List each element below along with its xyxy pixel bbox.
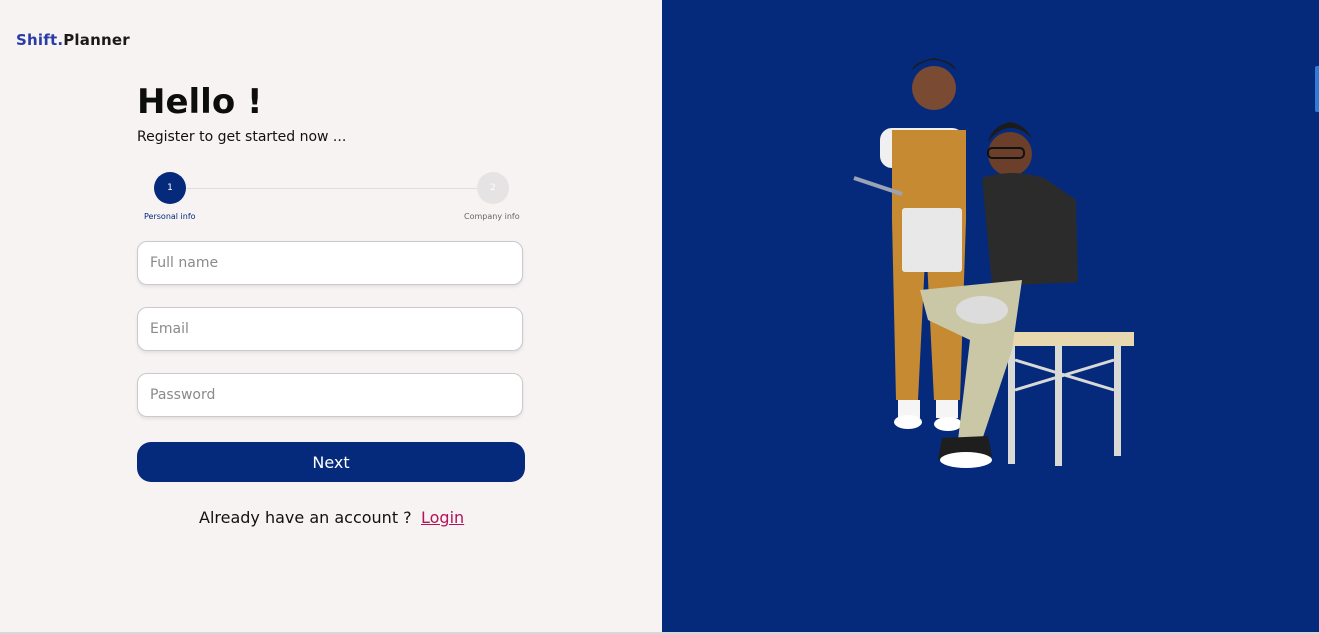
- stepper-connector: [185, 188, 477, 189]
- people-at-work-illustration: [853, 58, 1134, 468]
- logo-part-2: Planner: [63, 31, 130, 49]
- logo: Shift.Planner: [16, 31, 130, 49]
- login-link[interactable]: Login: [421, 508, 464, 527]
- step-1-indicator: 1: [154, 172, 186, 204]
- next-button[interactable]: Next: [137, 442, 525, 482]
- full-name-input[interactable]: [137, 241, 523, 285]
- scrollbar-handle[interactable]: [1315, 66, 1319, 112]
- page-subtitle: Register to get started now ...: [137, 129, 347, 145]
- logo-part-1: Shift.: [16, 31, 64, 49]
- page-title: Hello !: [137, 82, 263, 122]
- login-prompt: Already have an account ?: [199, 508, 412, 527]
- step-2-label: Company info: [464, 212, 520, 221]
- password-input[interactable]: [137, 373, 523, 417]
- step-1-label: Personal info: [144, 212, 196, 221]
- step-2-indicator: 2: [477, 172, 509, 204]
- email-input[interactable]: [137, 307, 523, 351]
